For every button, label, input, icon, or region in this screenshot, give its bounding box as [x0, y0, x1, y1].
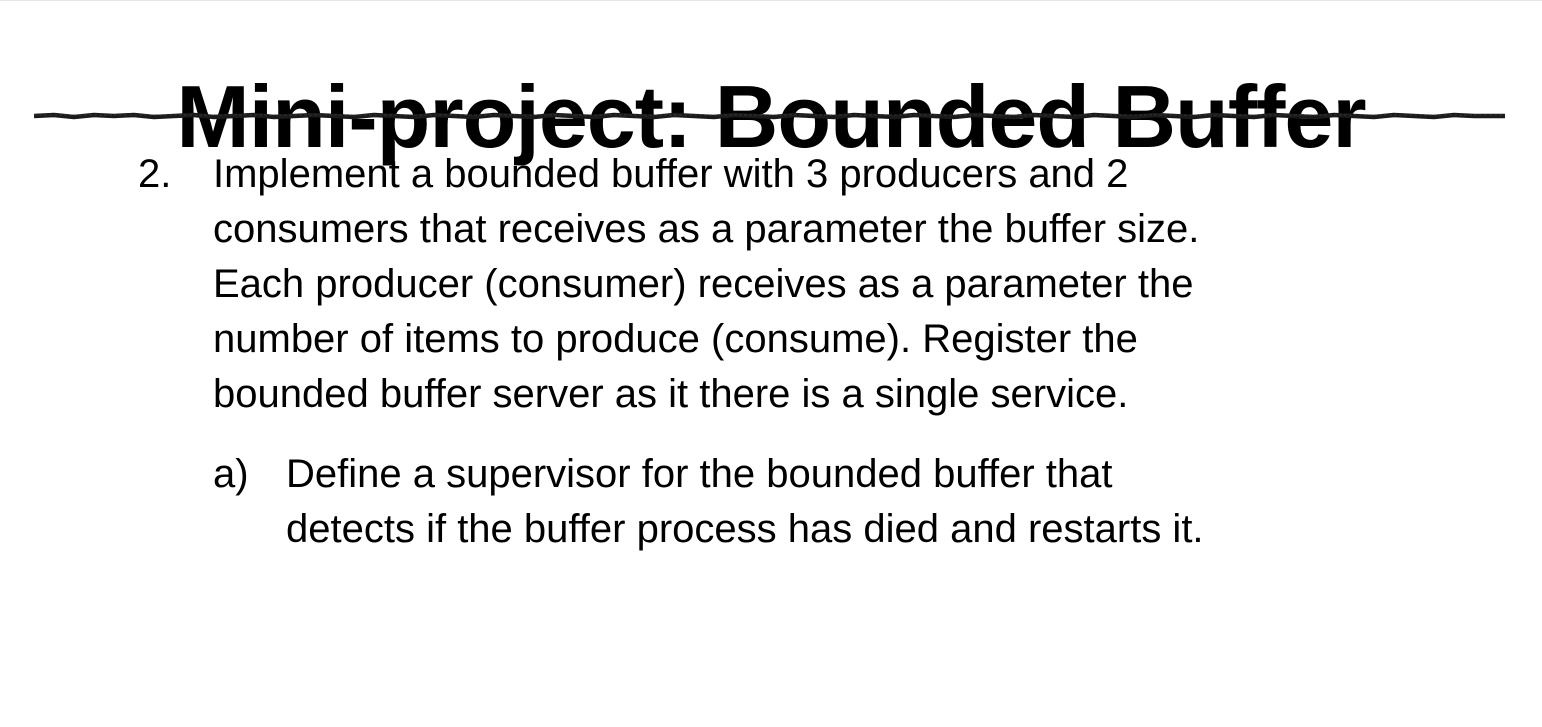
sub-list-item-text: Define a supervisor for the bounded buff… — [286, 452, 1204, 551]
slide-top-edge — [0, 0, 1542, 1]
title-underline-rule — [34, 112, 1505, 120]
sub-list-item-letter: a) — [213, 452, 249, 496]
list-item-text: Implement a bounded buffer with 3 produc… — [213, 152, 1200, 416]
list-item-number: 2. — [138, 152, 172, 196]
